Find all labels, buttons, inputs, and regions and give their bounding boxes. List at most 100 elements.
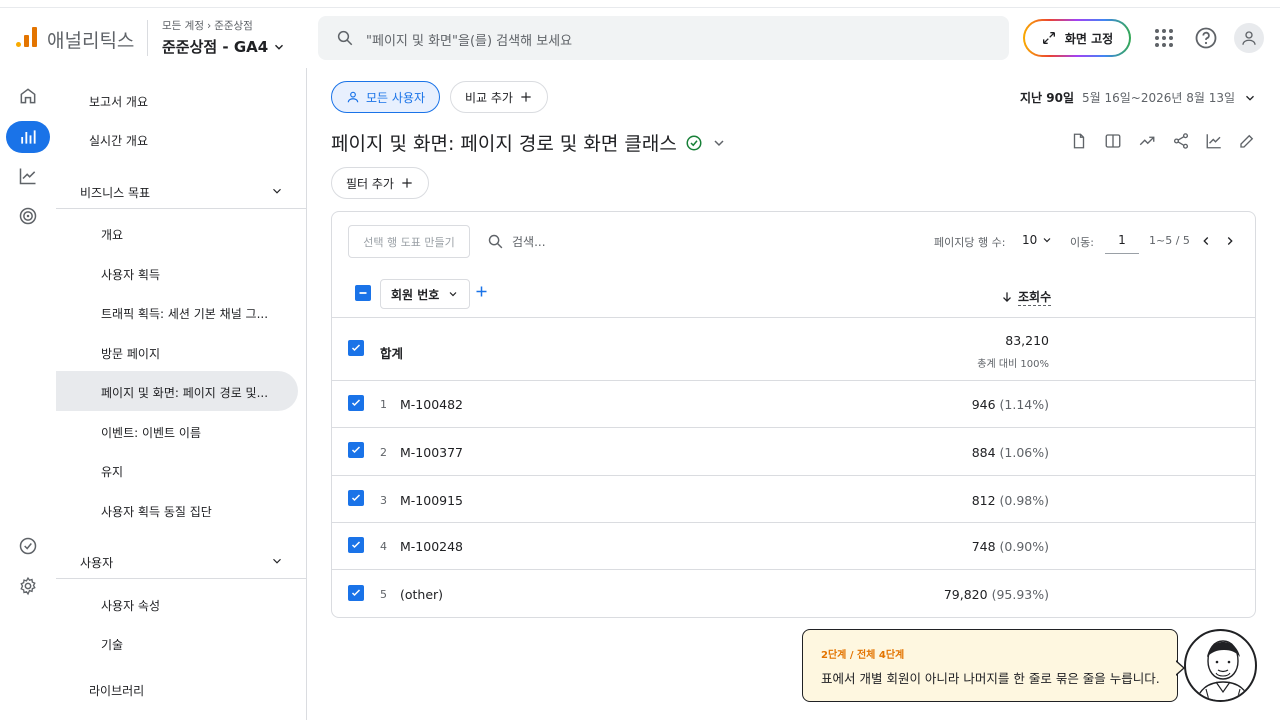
account-icon — [1242, 31, 1256, 45]
nav-report-overview[interactable]: 보고서 개요 — [89, 93, 148, 110]
search-icon — [488, 234, 503, 249]
table-row[interactable]: 3 M-100915 812 (0.98%) — [332, 476, 1255, 523]
total-row-checkbox[interactable] — [348, 340, 364, 356]
nav-realtime-overview[interactable]: 실시간 개요 — [89, 132, 148, 149]
date-period: 지난 90일 — [1020, 91, 1074, 105]
add-dimension-button[interactable] — [474, 284, 489, 303]
row-checkbox[interactable] — [348, 537, 364, 553]
expand-icon — [1042, 32, 1055, 44]
rail-admin[interactable] — [6, 570, 50, 602]
rail-explore[interactable] — [6, 160, 50, 192]
row-checkbox[interactable] — [348, 442, 364, 458]
views-percent: (0.98%) — [999, 493, 1049, 508]
chevron-up-icon[interactable] — [270, 554, 284, 568]
document-icon[interactable] — [1070, 132, 1088, 150]
row-member-id: M-100248 — [400, 539, 464, 554]
brand-name: 애널리틱스 — [47, 30, 135, 52]
app-header: 애널리틱스 모든 계정 › 준준상점 준준상점 - GA4 "페이지 및 화면"… — [0, 8, 1280, 68]
help-icon[interactable] — [1194, 26, 1218, 50]
nav-item-retention[interactable]: 유지 — [101, 463, 123, 480]
table-search-placeholder: 검색... — [512, 235, 546, 249]
views-value: 79,820 — [943, 587, 988, 602]
nav-library[interactable]: 라이브러리 — [89, 682, 144, 699]
nav-item-overview[interactable]: 개요 — [101, 226, 123, 243]
nav-section-business[interactable]: 비즈니스 목표 — [80, 184, 150, 201]
metric-label: 조회수 — [1018, 290, 1052, 306]
views-percent: (1.06%) — [999, 445, 1049, 460]
compare-columns-icon[interactable] — [1104, 132, 1122, 150]
gear-icon — [20, 576, 36, 596]
data-table-card: 선택 행 도표 만들기 검색... 페이지당 행 수: 10 이동: 1 1~5… — [331, 211, 1256, 618]
nav-item-tech[interactable]: 기술 — [101, 636, 123, 653]
table-row[interactable]: 1 M-100482 946 (1.14%) — [332, 381, 1255, 428]
nav-item-user-acquisition[interactable]: 사용자 획득 — [101, 266, 160, 283]
table-row[interactable]: 4 M-100248 748 (0.90%) — [332, 523, 1255, 570]
analytics-logo[interactable] — [16, 27, 38, 47]
property-selector[interactable]: 준준상점 - GA4 — [162, 36, 286, 57]
row-index: 3 — [380, 494, 387, 507]
account-avatar[interactable] — [1234, 23, 1264, 53]
apps-icon[interactable] — [1152, 26, 1176, 50]
nav-item-traffic-acquisition[interactable]: 트래픽 획득: 세션 기본 채널 그... — [101, 305, 268, 322]
checkmark-icon — [351, 344, 361, 352]
share-icon[interactable] — [1172, 132, 1190, 150]
chevron-left-icon[interactable] — [1199, 234, 1213, 248]
nav-item-landing-page[interactable]: 방문 페이지 — [101, 345, 160, 362]
pin-screen-button[interactable]: 화면 고정 — [1023, 19, 1131, 57]
rail-insights[interactable] — [6, 530, 50, 562]
filter-label: 필터 추가 — [346, 176, 394, 191]
dimension-selector[interactable]: 회원 번호 — [380, 279, 470, 309]
plot-rows-button[interactable]: 선택 행 도표 만들기 — [348, 225, 470, 258]
rail-reports[interactable] — [6, 121, 50, 153]
rail-home[interactable] — [6, 80, 50, 112]
row-checkbox[interactable] — [348, 490, 364, 506]
table-header-row: 회원 번호 조회수 — [332, 270, 1255, 318]
left-rail — [0, 68, 56, 720]
chevron-up-icon[interactable] — [270, 184, 284, 198]
page-range: 1~5 / 5 — [1149, 234, 1190, 247]
views-percent: (0.90%) — [999, 539, 1049, 554]
nav-item-events[interactable]: 이벤트: 이벤트 이름 — [101, 424, 201, 441]
search-bar[interactable]: "페이지 및 화면"을(를) 검색해 보세요 — [318, 16, 1009, 60]
nav-item-pages-screens[interactable]: 페이지 및 화면: 페이지 경로 및... — [101, 384, 268, 401]
table-row-other[interactable]: 5 (other) 79,820 (95.93%) — [332, 570, 1255, 617]
add-comparison-button[interactable]: 비교 추가 — [450, 81, 548, 113]
nav-section-user[interactable]: 사용자 — [80, 554, 113, 571]
views-percent: (95.93%) — [991, 587, 1049, 602]
rows-per-page-select[interactable]: 10 — [1022, 233, 1053, 247]
row-member-id: (other) — [400, 587, 444, 602]
chart-line-icon[interactable] — [1205, 132, 1223, 150]
chevron-down-icon[interactable] — [711, 135, 727, 151]
chevron-right-icon[interactable] — [1223, 234, 1237, 248]
row-views: 946 (1.14%) — [972, 397, 1049, 412]
table-search[interactable]: 검색... — [487, 233, 546, 250]
edit-pencil-icon[interactable] — [1238, 132, 1256, 150]
nav-item-user-attributes[interactable]: 사용자 속성 — [101, 597, 160, 614]
verified-check-icon[interactable] — [685, 134, 703, 152]
nav-divider — [56, 208, 306, 209]
goto-page-input[interactable]: 1 — [1105, 230, 1139, 254]
crumb-property[interactable]: 준준상점 — [214, 18, 253, 33]
row-member-id: M-100377 — [400, 445, 464, 460]
metric-column-header[interactable]: 조회수 — [1000, 288, 1052, 306]
crumb-separator: › — [206, 19, 212, 32]
table-row[interactable]: 2 M-100377 884 (1.06%) — [332, 428, 1255, 476]
page-title: 페이지 및 화면: 페이지 경로 및 화면 클래스 — [331, 129, 727, 156]
rail-advertising[interactable] — [6, 200, 50, 232]
row-views: 812 (0.98%) — [972, 493, 1049, 508]
crumb-account[interactable]: 모든 계정 — [162, 18, 204, 33]
row-checkbox[interactable] — [348, 395, 364, 411]
pin-label: 화면 고정 — [1064, 31, 1114, 46]
tooltip-pointer-fill — [1175, 661, 1183, 675]
segment-all-users-chip[interactable]: 모든 사용자 — [331, 81, 441, 113]
row-views: 79,820 (95.93%) — [944, 587, 1049, 602]
select-all-checkbox[interactable] — [355, 285, 371, 301]
row-checkbox[interactable] — [348, 585, 364, 601]
nav-item-cohort[interactable]: 사용자 획득 동질 집단 — [101, 503, 212, 520]
insights-trend-icon[interactable] — [1138, 132, 1156, 150]
chevron-down-icon — [449, 292, 457, 297]
breadcrumb[interactable]: 모든 계정 › 준준상점 — [162, 18, 253, 33]
add-filter-button[interactable]: 필터 추가 — [331, 167, 429, 199]
date-range-picker[interactable]: 지난 90일 5월 16일~2026년 8월 13일 — [1020, 89, 1257, 106]
dimension-label: 회원 번호 — [391, 287, 440, 302]
